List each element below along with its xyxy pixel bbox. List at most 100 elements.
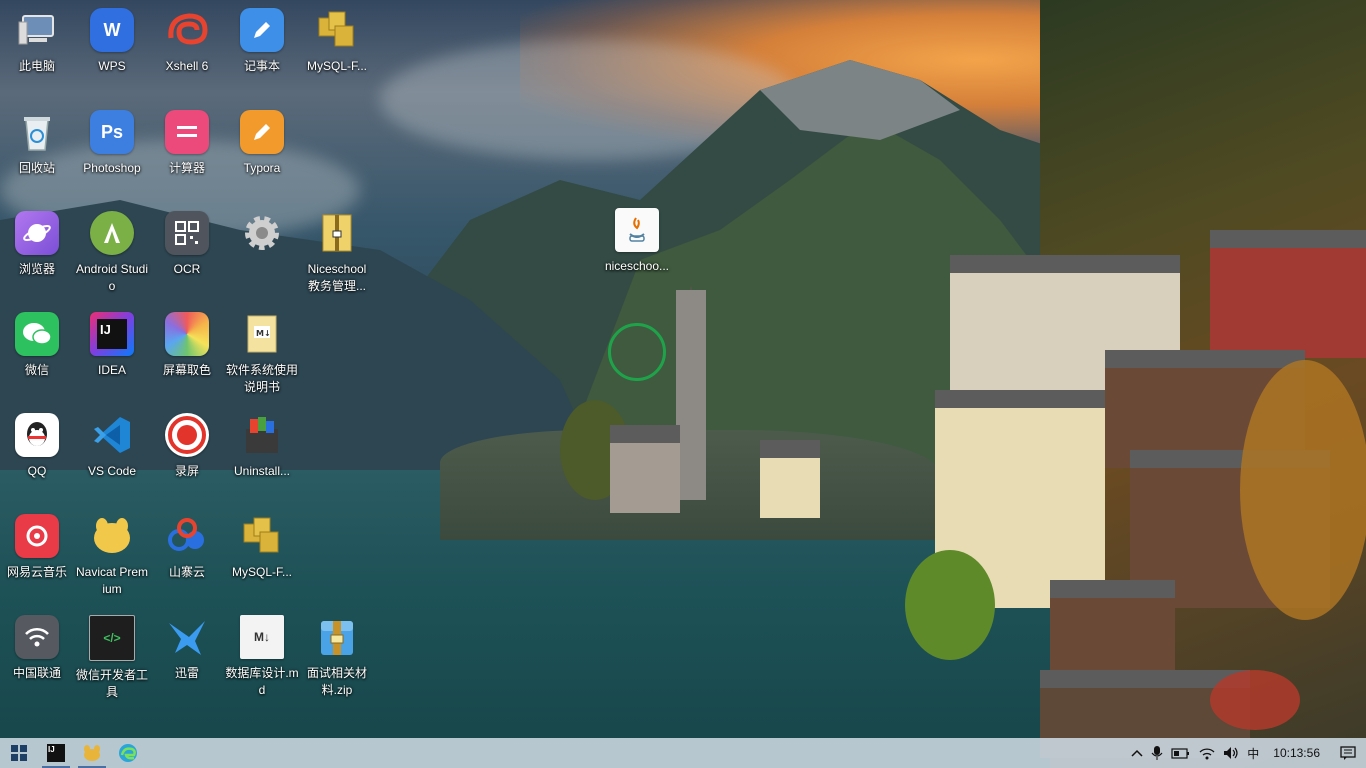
wechat-icon	[15, 312, 59, 356]
tray-battery-icon[interactable]	[1167, 738, 1195, 768]
intellij-idea-icon: IJ	[90, 312, 134, 356]
desktop-icon-notepad[interactable]: 记事本	[225, 8, 299, 75]
desktop-icon-ocr[interactable]: OCR	[150, 211, 224, 278]
desktop-icon-niceschool-jar[interactable]: niceschoo...	[600, 208, 674, 275]
desktop-icon-shanzhai-cloud[interactable]: 山寨云	[150, 514, 224, 581]
desktop-icon-niceschool[interactable]: Niceschool 教务管理...	[300, 211, 374, 295]
desktop-icon-mysql-folder-2[interactable]: MySQL-F...	[225, 514, 299, 581]
navicat-icon	[90, 514, 134, 558]
autumn-tree	[1210, 670, 1300, 730]
desktop-icon-label: 浏览器	[18, 262, 55, 276]
netease-music-icon	[15, 514, 59, 558]
desktop-icon-android-studio[interactable]: Android Studio	[75, 211, 149, 295]
mysql-folder-icon	[315, 8, 359, 52]
qq-icon	[15, 413, 59, 457]
desktop-icon-label: 中国联通	[12, 666, 61, 680]
tray-clock[interactable]: 10:13:56	[1263, 746, 1330, 760]
desktop-icon-label: 记事本	[243, 59, 280, 73]
desktop-icon-interview-zip[interactable]: 面试相关材料.zip	[300, 615, 374, 699]
tray-notification-icon[interactable]	[1330, 738, 1366, 768]
desktop-icon-this-pc[interactable]: 此电脑	[0, 8, 74, 75]
shanzhai-cloud-icon	[165, 514, 209, 558]
desktop-icon-idea[interactable]: IJ IDEA	[75, 312, 149, 379]
desktop-icon-db-design-md[interactable]: M↓ 数据库设计.md	[225, 615, 299, 699]
desktop-icon-label: Xshell 6	[165, 59, 209, 73]
markdown-folder-icon: M↓	[240, 312, 284, 356]
desktop-icon-qq[interactable]: QQ	[0, 413, 74, 480]
desktop-icon-label: 网易云音乐	[6, 565, 67, 579]
desktop-icon-label: OCR	[173, 262, 201, 276]
taskbar-app-idea[interactable]: IJ	[38, 738, 74, 768]
system-tray: 中 10:13:56	[1127, 738, 1366, 768]
desktop-icon-label: 微信开发者工具	[75, 668, 148, 699]
desktop-icon-label: MySQL-F...	[306, 59, 367, 73]
desktop-icon-label: Niceschool 教务管理...	[307, 262, 367, 293]
tray-chevron-up-icon[interactable]	[1127, 738, 1147, 768]
navicat-icon	[84, 745, 100, 761]
desktop-icon-xunlei[interactable]: 迅雷	[150, 615, 224, 682]
desktop-icon-wechat-devtools[interactable]: </> 微信开发者工具	[75, 615, 149, 701]
desktop-icon-screen-record[interactable]: 录屏	[150, 413, 224, 480]
photoshop-icon: Ps	[90, 110, 134, 154]
mysql-folder-icon	[240, 514, 284, 558]
desktop-icon-navicat[interactable]: Navicat Premium	[75, 514, 149, 598]
desktop-icon-label: Navicat Premium	[75, 565, 149, 596]
desktop-icon-label: 山寨云	[168, 565, 205, 579]
desktop-icon-label: 回收站	[18, 161, 55, 175]
vscode-icon	[90, 413, 134, 457]
desktop-icon-calculator[interactable]: 计算器	[150, 110, 224, 177]
taskbar-app-navicat[interactable]	[74, 738, 110, 768]
desktop-icon-label: 迅雷	[174, 666, 199, 680]
desktop-icon-xshell[interactable]: Xshell 6	[150, 8, 224, 75]
tree	[905, 550, 995, 660]
taskbar-app-edge[interactable]	[110, 738, 146, 768]
china-unicom-icon	[15, 615, 59, 659]
desktop-icon-label: 微信	[24, 363, 49, 377]
tray-volume-icon[interactable]	[1219, 738, 1243, 768]
edge-icon	[119, 744, 137, 762]
desktop-icon-label: 数据库设计.md	[225, 666, 299, 697]
desktop-icon-wechat[interactable]: 微信	[0, 312, 74, 379]
desktop-icon-photoshop[interactable]: Ps Photoshop	[75, 110, 149, 177]
color-picker-icon	[165, 312, 209, 356]
notepad-icon	[240, 8, 284, 52]
church-tower	[676, 290, 706, 500]
house	[760, 440, 820, 518]
screen-record-icon	[165, 413, 209, 457]
desktop-icon-label: niceschoo...	[604, 259, 670, 273]
desktop-icon-label: Typora	[243, 161, 281, 175]
xshell-icon	[165, 8, 209, 52]
intellij-idea-icon: IJ	[47, 744, 65, 762]
desktop-icon-label: 面试相关材料.zip	[306, 666, 367, 697]
desktop-icon-label: 录屏	[174, 464, 199, 478]
tray-wifi-icon[interactable]	[1195, 738, 1219, 768]
ocr-icon	[165, 211, 209, 255]
wps-icon: W	[90, 8, 134, 52]
desktop-icon-label: 此电脑	[18, 59, 55, 73]
uninstall-icon	[240, 413, 284, 457]
desktop-icon-recycle-bin[interactable]: 回收站	[0, 110, 74, 177]
tray-ime-indicator[interactable]: 中	[1243, 738, 1263, 768]
start-button[interactable]	[0, 738, 38, 768]
desktop-icon-manual[interactable]: M↓ 软件系统使用说明书	[225, 312, 299, 396]
computer-icon	[15, 8, 59, 52]
desktop-icon-browser[interactable]: 浏览器	[0, 211, 74, 278]
cursor-highlight-ring	[608, 323, 666, 381]
tray-microphone-icon[interactable]	[1147, 738, 1167, 768]
desktop-wallpaper: 此电脑 回收站 浏览器 微信 QQ 网易云音乐 中国联通 W WPS Ps Ph…	[0, 0, 1366, 768]
desktop-icon-label: 软件系统使用说明书	[225, 363, 298, 394]
desktop-icon-netease-music[interactable]: 网易云音乐	[0, 514, 74, 581]
desktop-icon-settings[interactable]	[225, 211, 299, 261]
desktop-icon-typora[interactable]: Typora	[225, 110, 299, 177]
desktop-icon-color-picker[interactable]: 屏幕取色	[150, 312, 224, 379]
autumn-tree	[1240, 360, 1366, 620]
folder-zip-icon	[315, 211, 359, 255]
desktop-icon-label: 计算器	[168, 161, 205, 175]
desktop-icon-vscode[interactable]: VS Code	[75, 413, 149, 480]
desktop-icon-uninstall[interactable]: Uninstall...	[225, 413, 299, 480]
desktop-icon-mysql-folder-1[interactable]: MySQL-F...	[300, 8, 374, 75]
desktop-icon-china-unicom[interactable]: 中国联通	[0, 615, 74, 682]
android-studio-icon	[90, 211, 134, 255]
desktop-icon-label: VS Code	[87, 464, 137, 478]
desktop-icon-wps[interactable]: W WPS	[75, 8, 149, 75]
